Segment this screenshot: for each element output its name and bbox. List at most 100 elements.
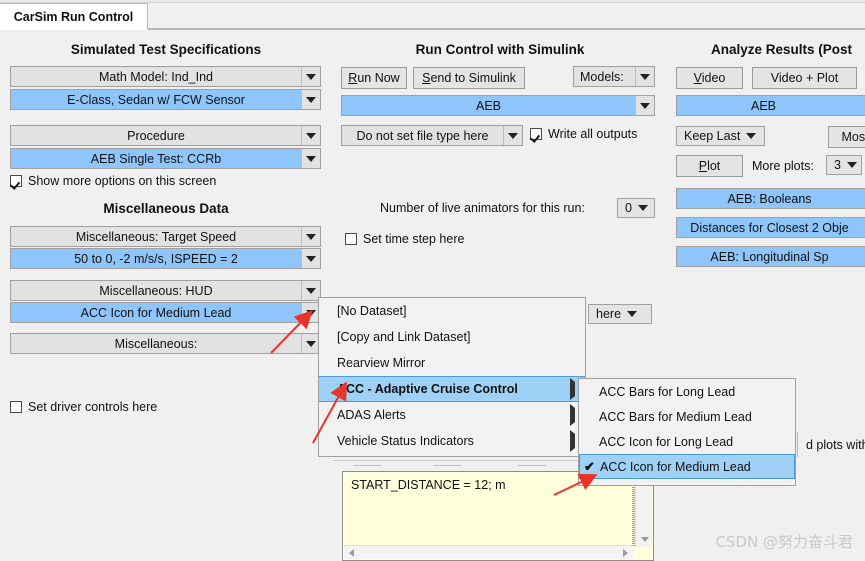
models-combo[interactable]: Models: [573, 66, 655, 87]
plot-item-1-combo[interactable]: Distances for Closest 2 Obje [676, 217, 865, 238]
menu-item-label: ACC - Adaptive Cruise Control [337, 382, 518, 396]
chevron-down-icon[interactable] [301, 227, 320, 246]
chevron-down-icon[interactable] [625, 311, 642, 317]
misc-hud-value: ACC Icon for Medium Lead [80, 305, 232, 320]
chevron-down-icon[interactable] [744, 133, 761, 139]
editor-horizontal-scrollbar[interactable] [344, 545, 633, 559]
most-button[interactable]: Most [828, 126, 865, 148]
misc-hud-group-combo[interactable]: Miscellaneous: HUD [10, 280, 321, 301]
run-now-mnemonic: R [348, 71, 358, 85]
chevron-down-icon[interactable] [301, 249, 320, 268]
submenu-item-label: ACC Bars for Medium Lead [599, 409, 752, 424]
results-dataset-combo[interactable]: AEB [676, 95, 865, 116]
scroll-right-icon[interactable] [618, 546, 633, 559]
keep-last-combo[interactable]: Keep Last [676, 126, 765, 146]
keep-last-label: Keep Last [684, 129, 741, 143]
chevron-right-icon [570, 404, 575, 426]
plot-item-label: AEB: Booleans [727, 191, 812, 206]
menu-item-no-dataset[interactable]: [No Dataset] [319, 298, 585, 324]
more-plots-count-value: 3 [834, 158, 841, 172]
misc-empty-group-combo[interactable]: Miscellaneous: [10, 333, 321, 354]
misc-hud-value-combo[interactable]: ACC Icon for Medium Lead [10, 302, 321, 323]
misc-hud-group-label: Miscellaneous: HUD [99, 283, 213, 298]
submenu-item-acc-bars-for-medium-lead[interactable]: ACC Bars for Medium Lead [579, 404, 795, 429]
checkbox-icon[interactable] [10, 401, 22, 413]
set-driver-controls-checkbox-row[interactable]: Set driver controls here [10, 400, 157, 414]
left-panel-title: Simulated Test Specifications [70, 42, 262, 57]
plot-item-label: Distances for Closest 2 Obje [690, 220, 849, 235]
plot-mnemonic: P [698, 159, 708, 173]
menu-item-rearview-mirror[interactable]: Rearview Mirror [319, 350, 585, 376]
video-button[interactable]: Video [676, 67, 743, 89]
scroll-left-icon[interactable] [344, 546, 359, 559]
procedure-dataset-combo[interactable]: AEB Single Test: CCRb [10, 148, 321, 169]
dataset-dropdown-menu[interactable]: [No Dataset] [Copy and Link Dataset] Rea… [318, 297, 586, 457]
menu-item-vehicle-status-indicators[interactable]: Vehicle Status Indicators [319, 428, 585, 454]
send-to-simulink-button[interactable]: Send to Simulink [413, 67, 525, 89]
results-dataset-value: AEB [750, 98, 776, 113]
right-panel-title: Analyze Results (Post [711, 42, 853, 57]
write-all-outputs-checkbox-row[interactable]: Write all outputs [530, 127, 637, 141]
menu-item-label: [No Dataset] [337, 304, 407, 318]
chevron-right-icon [570, 378, 575, 400]
set-time-step-checkbox-row[interactable]: Set time step here [345, 232, 464, 246]
tab-carsim-run-control[interactable]: CarSim Run Control [0, 3, 148, 30]
misc-target-speed-value-combo[interactable]: 50 to 0, -2 m/s/s, ISPEED = 2 [10, 248, 321, 269]
chevron-down-icon[interactable] [301, 90, 320, 109]
vehicle-dataset-combo[interactable]: E-Class, Sedan w/ FCW Sensor [10, 89, 321, 110]
misc-target-speed-value: 50 to 0, -2 m/s/s, ISPEED = 2 [74, 251, 238, 266]
submenu-item-label: ACC Bars for Long Lead [599, 384, 736, 399]
submenu-item-acc-icon-for-medium-lead[interactable]: ✔ ACC Icon for Medium Lead [579, 454, 795, 479]
chevron-down-icon[interactable] [845, 162, 862, 168]
math-model-group-combo[interactable]: Math Model: Ind_Ind [10, 66, 321, 87]
submenu-item-acc-bars-for-long-lead[interactable]: ACC Bars for Long Lead [579, 379, 795, 404]
more-plots-count-combo[interactable]: 3 [826, 155, 862, 175]
chevron-down-icon[interactable] [503, 126, 522, 145]
show-more-options-checkbox-row[interactable]: Show more options on this screen [10, 174, 216, 188]
run-now-label-rest: un Now [357, 71, 400, 85]
show-more-options-label: Show more options on this screen [28, 174, 217, 188]
video-label-rest: ideo [701, 71, 726, 85]
menu-item-adas-alerts[interactable]: ADAS Alerts [319, 402, 585, 428]
submenu-item-acc-icon-for-long-lead[interactable]: ACC Icon for Long Lead [579, 429, 795, 454]
vehicle-dataset-value: E-Class, Sedan w/ FCW Sensor [67, 92, 245, 107]
checkbox-icon[interactable] [10, 175, 22, 187]
write-all-outputs-label: Write all outputs [548, 127, 638, 141]
checkbox-icon[interactable] [530, 128, 542, 140]
plot-item-0-combo[interactable]: AEB: Booleans [676, 188, 865, 209]
model-dataset-combo[interactable]: AEB [341, 95, 655, 116]
acc-submenu[interactable]: ACC Bars for Long Lead ACC Bars for Medi… [578, 378, 796, 486]
chevron-right-icon [570, 430, 575, 452]
run-now-button[interactable]: Run Now [341, 67, 407, 89]
menu-item-acc-adaptive-cruise-control[interactable]: ACC - Adaptive Cruise Control [319, 376, 585, 402]
chevron-down-icon[interactable] [301, 126, 320, 145]
scroll-down-icon[interactable] [636, 532, 653, 547]
panel-divider [797, 432, 798, 457]
video-plus-plot-button[interactable]: Video + Plot [752, 67, 857, 89]
set-driver-controls-label: Set driver controls here [28, 400, 158, 414]
menu-item-copy-and-link-dataset[interactable]: [Copy and Link Dataset] [319, 324, 585, 350]
hidden-here-combo[interactable]: here [588, 304, 652, 324]
animators-count-combo[interactable]: 0 [617, 198, 655, 218]
chevron-down-icon[interactable] [301, 149, 320, 168]
math-model-group-label: Math Model: Ind_Ind [99, 69, 213, 84]
watermark: CSDN @努力奋斗君 [715, 533, 853, 551]
plot-item-label: AEB: Longitudinal Sp [710, 249, 829, 264]
clipped-plots-text: d plots with [806, 438, 865, 452]
checkbox-icon[interactable] [345, 233, 357, 245]
send-to-simulink-label-rest: end to Simulink [430, 71, 516, 85]
chevron-down-icon[interactable] [301, 67, 320, 86]
center-panel-title: Run Control with Simulink [415, 42, 585, 57]
chevron-down-icon[interactable] [635, 67, 654, 86]
file-type-combo[interactable]: Do not set file type here [341, 125, 523, 146]
plot-button[interactable]: Plot [676, 155, 743, 177]
procedure-group-combo[interactable]: Procedure [10, 125, 321, 146]
misc-target-speed-group-combo[interactable]: Miscellaneous: Target Speed [10, 226, 321, 247]
tab-strip: CarSim Run Control [0, 0, 865, 30]
chevron-down-icon[interactable] [635, 96, 654, 115]
animators-count-value: 0 [625, 201, 632, 215]
menu-item-label: Rearview Mirror [337, 356, 426, 370]
misc-target-speed-group-label: Miscellaneous: Target Speed [75, 229, 237, 244]
plot-item-2-combo[interactable]: AEB: Longitudinal Sp [676, 246, 865, 267]
chevron-down-icon[interactable] [636, 205, 653, 211]
